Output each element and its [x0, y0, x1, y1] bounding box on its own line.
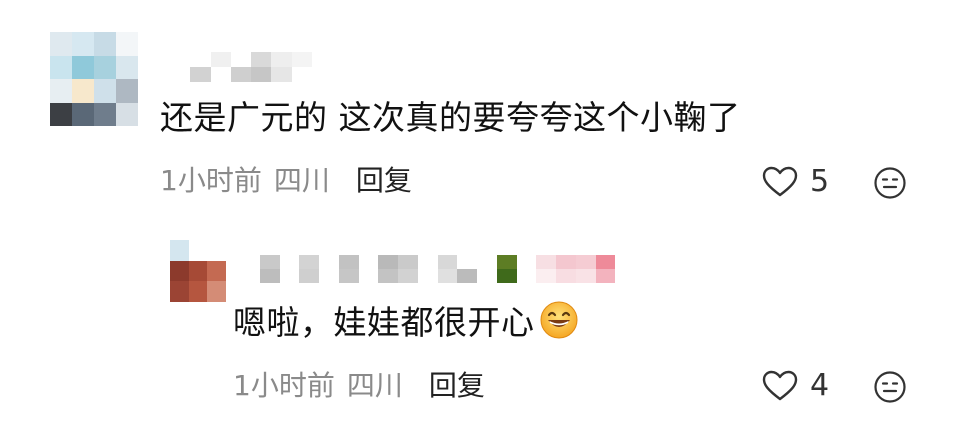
comment-thread: 还是广元的 这次真的要夸夸这个小鞠了 1小时前 四川 回复 5 嗯啦，娃娃都很开心 — [0, 0, 958, 425]
comment-text: 还是广元的 这次真的要夸夸这个小鞠了 — [160, 98, 741, 137]
username[interactable] — [170, 52, 312, 82]
comment-time: 1小时前 — [160, 164, 262, 197]
reply-location: 四川 — [346, 369, 403, 402]
like-button[interactable]: 5 — [762, 164, 829, 199]
neutral-face-icon — [873, 167, 907, 204]
heart-outline-icon — [762, 166, 798, 198]
heart-outline-icon — [762, 370, 798, 402]
reply-time: 1小时前 — [233, 369, 335, 402]
reply-text: 嗯啦，娃娃都很开心 — [233, 300, 579, 351]
reply-reply-button[interactable]: 回复 — [429, 369, 485, 402]
like-count: 5 — [810, 164, 830, 199]
reply-like-button[interactable]: 4 — [762, 368, 829, 403]
reply-reaction-button[interactable] — [873, 370, 907, 408]
reaction-button[interactable] — [873, 166, 907, 204]
reply-text-body: 嗯啦，娃娃都很开心 — [233, 303, 535, 342]
neutral-face-icon — [873, 371, 907, 408]
reply-button[interactable]: 回复 — [356, 164, 412, 197]
reply-avatar[interactable] — [170, 240, 226, 302]
reply-meta: 1小时前 四川 回复 — [233, 368, 485, 404]
comment-meta: 1小时前 四川 回复 — [160, 163, 412, 199]
reply-like-count: 4 — [810, 368, 830, 403]
avatar[interactable] — [50, 32, 138, 126]
grinning-face-emoji — [539, 300, 579, 351]
comment-location: 四川 — [273, 164, 330, 197]
reply-username[interactable] — [240, 255, 635, 283]
